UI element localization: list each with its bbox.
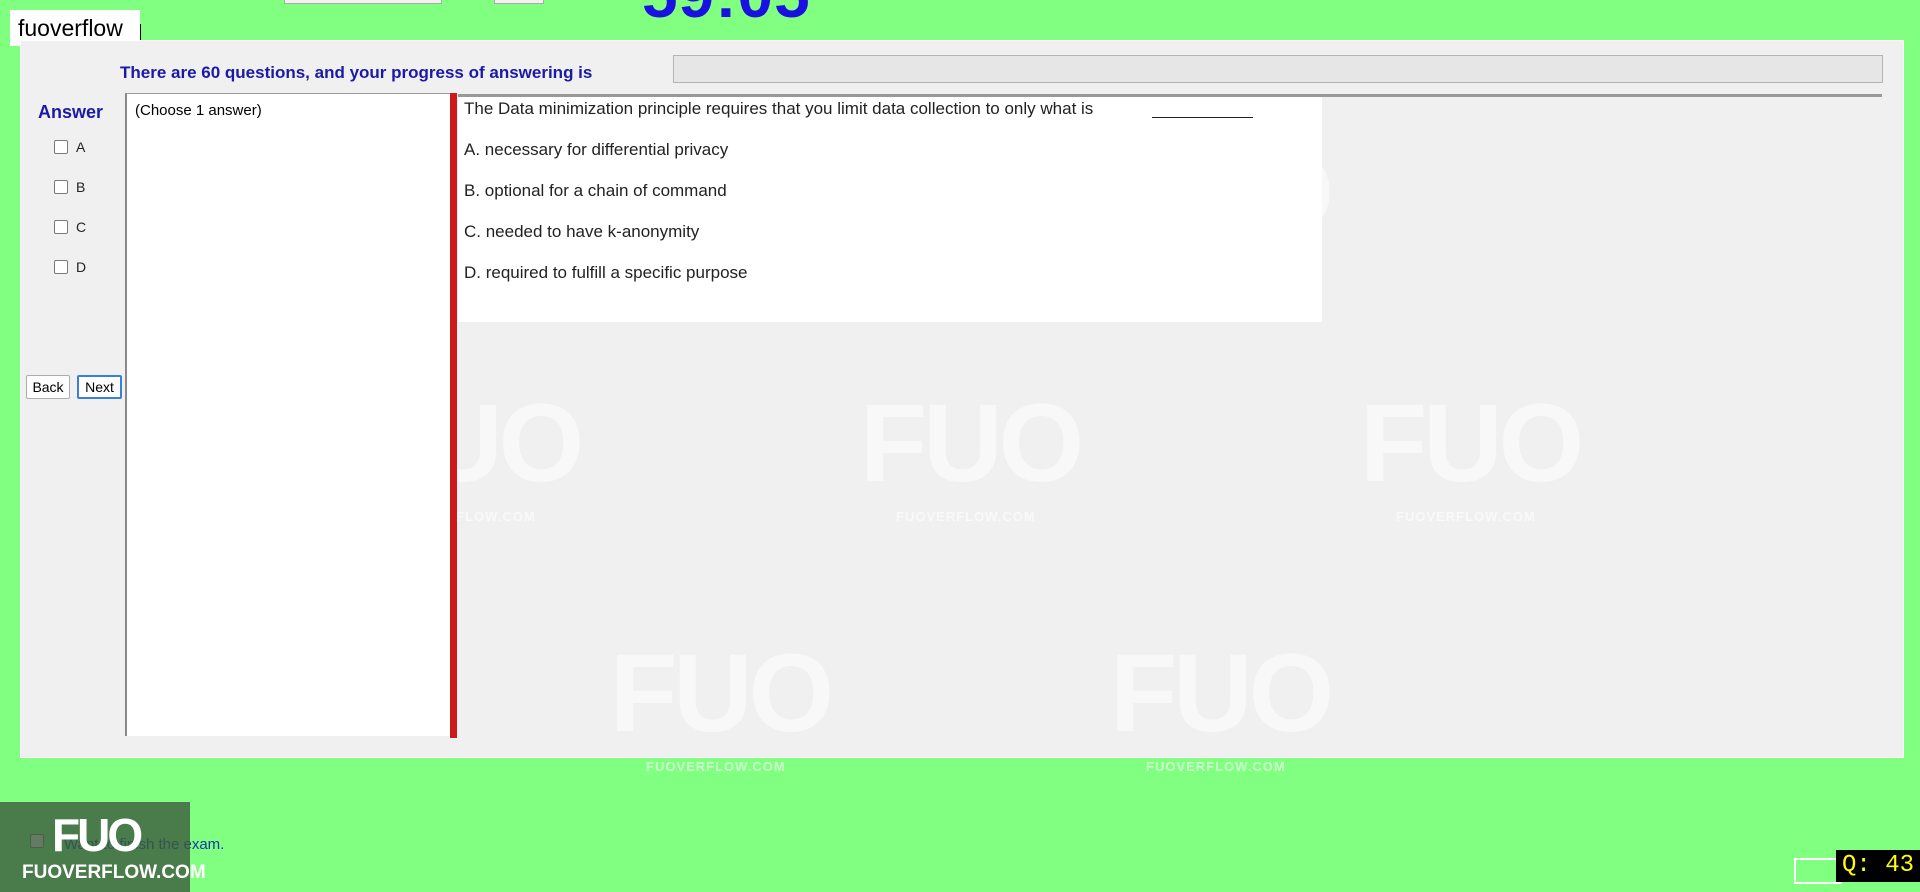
answer-option-b[interactable]: B bbox=[54, 179, 85, 195]
option-label: B bbox=[76, 179, 86, 195]
progress-bar bbox=[673, 55, 1883, 83]
red-divider[interactable] bbox=[450, 93, 457, 738]
checkbox[interactable] bbox=[54, 220, 68, 234]
counter-frame bbox=[1794, 858, 1842, 884]
choose-hint: (Choose 1 answer) bbox=[135, 102, 262, 119]
logo-mark: FUO bbox=[52, 809, 143, 861]
checkbox[interactable] bbox=[54, 260, 68, 274]
countdown-timer: 59:05 bbox=[642, 0, 811, 32]
watermark-logo: FUO bbox=[610, 632, 834, 755]
content-border bbox=[1322, 94, 1882, 97]
answer-title: Answer bbox=[38, 102, 104, 122]
watermark-site: FUOVERFLOW.COM bbox=[1396, 509, 1536, 524]
choice-a: A. necessary for differential privacy bbox=[464, 140, 729, 159]
choice-d: D. required to fulfill a specific purpos… bbox=[464, 263, 748, 282]
question-blank bbox=[1152, 117, 1253, 118]
checkbox[interactable] bbox=[54, 180, 68, 194]
watermark-site: FUOVERFLOW.COM bbox=[1146, 759, 1286, 774]
option-label: C bbox=[76, 219, 87, 235]
top-input-field[interactable] bbox=[284, 0, 442, 4]
top-small-field[interactable] bbox=[494, 0, 544, 4]
option-label: D bbox=[76, 259, 87, 275]
watermark-logo: FUO bbox=[1360, 382, 1584, 505]
question-box bbox=[458, 94, 1322, 322]
watermark-site: FUOVERFLOW.COM bbox=[646, 759, 786, 774]
question-counter: Q: 43 bbox=[1836, 850, 1920, 882]
question-text: The Data minimization principle requires… bbox=[464, 99, 1094, 118]
watermark-site: FUOVERFLOW.COM bbox=[896, 509, 1036, 524]
logo-text: FUOVERFLOW.COM bbox=[22, 862, 206, 883]
answer-hint-box bbox=[125, 93, 452, 736]
watermark-logo: FUO bbox=[860, 382, 1084, 505]
back-button[interactable]: Back bbox=[26, 375, 70, 399]
next-button[interactable]: Next bbox=[77, 375, 122, 399]
checkbox[interactable] bbox=[54, 140, 68, 154]
answer-option-a[interactable]: A bbox=[54, 139, 85, 155]
answer-option-c[interactable]: C bbox=[54, 219, 86, 235]
choice-b: B. optional for a chain of command bbox=[464, 181, 727, 200]
option-label: A bbox=[76, 139, 86, 155]
watermark-logo: FUO bbox=[1110, 632, 1334, 755]
choice-c: C. needed to have k-anonymity bbox=[464, 222, 700, 241]
progress-label: There are 60 questions, and your progres… bbox=[120, 63, 593, 82]
answer-option-d[interactable]: D bbox=[54, 259, 86, 275]
